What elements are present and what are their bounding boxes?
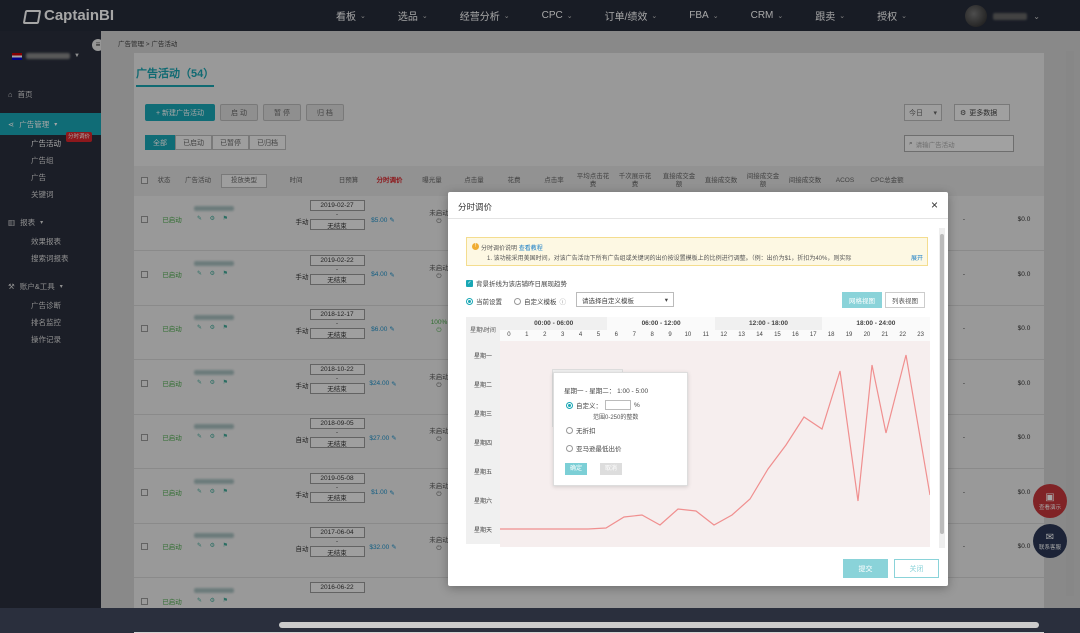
- radio-current-label: 当前设置: [476, 299, 502, 306]
- grid-hour-label: 13: [738, 332, 745, 338]
- table-hscrollbar[interactable]: [279, 622, 1039, 628]
- grid-hour-label: 1: [525, 332, 529, 338]
- modal-title: 分时调价: [458, 202, 493, 212]
- no-discount-label: 无折扣: [576, 428, 596, 435]
- grid-hour-label: 10: [684, 332, 692, 338]
- template-placeholder: 请选择自定义模板: [582, 297, 634, 305]
- expand-link[interactable]: 展开: [911, 253, 923, 262]
- radio-unselected-icon: [566, 444, 573, 452]
- popover-custom-option[interactable]: 自定义： %: [566, 400, 640, 410]
- grid-hour-label: 18: [827, 332, 835, 338]
- grid-hour-label: 23: [917, 332, 924, 338]
- caret-down-icon: ▾: [664, 296, 668, 304]
- grid-hour-label: 17: [809, 332, 817, 338]
- grid-hour-label: 3: [560, 332, 565, 338]
- radio-unselected-icon: [566, 426, 573, 434]
- radio-unselected-icon: [514, 297, 521, 305]
- grid-hour-label: 4: [578, 332, 583, 338]
- popover-custom-label: 自定义：: [576, 403, 602, 410]
- schedule-grid: 星期\时间 00:00 - 06:00 06:00 - 12:00 12:00 - …: [466, 317, 930, 547]
- grid-day-label: 星期四: [466, 428, 500, 457]
- grid-hour-label: 12: [720, 332, 728, 338]
- popover-cancel-button[interactable]: 取消: [600, 463, 623, 475]
- popover-title: 星期一 - 星期二： 1:00 - 5:00: [564, 388, 649, 395]
- modal-scrollbar[interactable]: [939, 228, 945, 548]
- popover-lowest-bid-option[interactable]: 亚马逊最低出价: [566, 443, 622, 453]
- close-button[interactable]: 关闭: [894, 559, 939, 578]
- grid-day-label: 星期三: [466, 399, 500, 428]
- grid-time-range: 00:00 - 06:00: [500, 317, 608, 330]
- radio-custom-label: 自定义模板: [524, 299, 557, 306]
- modal-divider: [448, 218, 948, 219]
- grid-hour-label: 14: [756, 332, 763, 338]
- notice-title-line: 分时调价说明 查看教程: [481, 243, 543, 252]
- scroll-thumb[interactable]: [940, 234, 944, 534]
- grid-hour-label: 22: [899, 332, 907, 338]
- discount-input[interactable]: [605, 400, 631, 410]
- list-view-tab[interactable]: 列表视图: [885, 292, 925, 308]
- warning-icon: !: [472, 243, 479, 250]
- grid-hour-label: 15: [774, 332, 781, 338]
- grid-view-tab[interactable]: 网格视图: [842, 292, 882, 308]
- popover-hint: 范围0-250的整数: [593, 415, 639, 421]
- grid-day-label: 星期二: [466, 370, 500, 399]
- view-switch: 网格视图 列表视图: [842, 292, 925, 308]
- lowest-bid-label: 亚马逊最低出价: [576, 446, 622, 453]
- tutorial-link[interactable]: 查看教程: [519, 246, 543, 252]
- radio-current-setting[interactable]: 当前设置: [466, 296, 502, 306]
- grid-hour-label: 0: [507, 332, 511, 338]
- grid-hour-label: 19: [845, 332, 853, 338]
- grid-time-range: 12:00 - 18:00: [714, 317, 823, 330]
- grid-day-label: 星期五: [466, 457, 500, 486]
- grid-day-label: 星期天: [466, 515, 500, 544]
- notice-box: ! 分时调价说明 查看教程 1. 该功能采用美国时间，对该广告活动下所有广告组或…: [466, 237, 928, 266]
- grid-time-range: 18:00 - 24:00: [822, 317, 930, 330]
- percent-label: %: [634, 401, 640, 409]
- grid-day-label: 星期一: [466, 341, 500, 370]
- grid-hour-label: 5: [596, 332, 601, 338]
- grid-hour-label: 20: [863, 332, 871, 338]
- grid-hour-label: 7: [632, 332, 636, 338]
- help-icon: ⓘ: [559, 299, 567, 306]
- close-icon[interactable]: ×: [931, 198, 938, 212]
- popover-ok-button[interactable]: 确定: [565, 463, 588, 475]
- radio-custom-template[interactable]: 自定义模板 ⓘ: [514, 296, 566, 306]
- popover-no-discount-option[interactable]: 无折扣: [566, 425, 596, 435]
- grid-day-label: 星期六: [466, 486, 500, 515]
- grid-time-range: 06:00 - 12:00: [607, 317, 715, 330]
- template-select[interactable]: 请选择自定义模板 ▾: [576, 292, 674, 307]
- radio-selected-icon: [566, 401, 573, 409]
- discount-popover: 星期一 - 星期二： 1:00 - 5:00 自定义： % 范围0-250的整数…: [553, 372, 688, 486]
- bg-trend-checkbox[interactable]: ✓ 背景折线为该店铺昨日展现趋势: [466, 278, 567, 288]
- grid-hour-label: 8: [650, 332, 654, 338]
- grid-hour-label: 11: [702, 332, 709, 338]
- grid-hour-label: 6: [614, 332, 618, 338]
- grid-hour-label: 21: [881, 332, 889, 338]
- grid-corner: 星期\时间: [466, 317, 500, 341]
- radio-selected-icon: [466, 297, 473, 305]
- grid-hour-label: 2: [543, 332, 547, 338]
- grid-hour-label: 9: [668, 332, 672, 338]
- bg-trend-label: 背景折线为该店铺昨日展现趋势: [476, 281, 567, 288]
- time-pricing-modal: 分时调价 × ! 分时调价说明 查看教程 1. 该功能采用美国时间，对该广告活动…: [448, 192, 948, 586]
- notice-text: 1. 该功能采用美国时间，对该广告活动下所有广告组或关键词的出价按设置模板上的比…: [487, 256, 852, 262]
- checkbox-checked-icon: ✓: [466, 279, 473, 287]
- submit-button[interactable]: 提交: [843, 559, 888, 578]
- grid-hour-label: 16: [791, 332, 799, 338]
- notice-title: 分时调价说明: [481, 246, 518, 252]
